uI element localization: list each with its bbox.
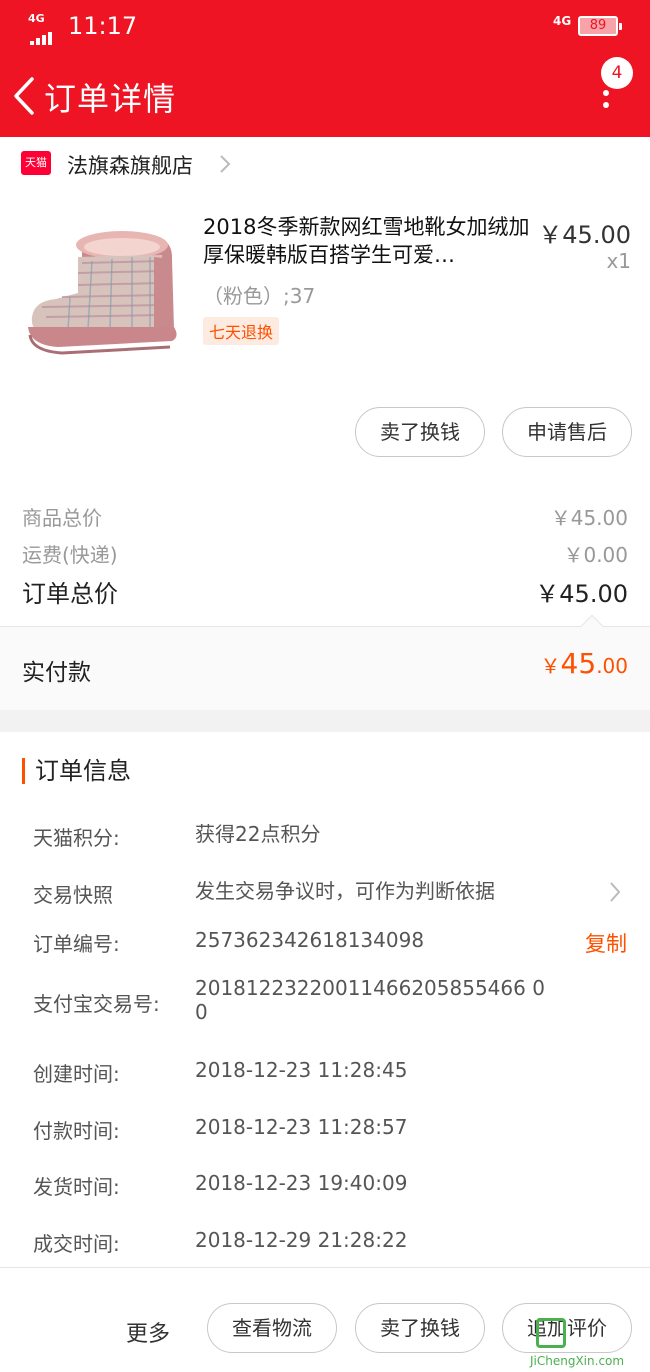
shop-name[interactable]: 法旗森旗舰店 bbox=[67, 150, 193, 180]
app-header: 4G 11:17 4G 89 订单详情 4 bbox=[0, 0, 650, 137]
back-arrow-icon[interactable] bbox=[12, 76, 36, 116]
status-bar: 4G 11:17 4G 89 bbox=[0, 10, 650, 45]
info-value: 2018-12-23 19:40:09 bbox=[195, 1171, 408, 1195]
info-value: 2018-12-23 11:28:57 bbox=[195, 1115, 408, 1139]
goods-total-label: 商品总价 bbox=[22, 506, 102, 530]
sell-for-cash-button[interactable]: 卖了换钱 bbox=[355, 407, 485, 457]
order-info-heading: 订单信息 bbox=[22, 758, 131, 784]
paid-amount-row: 实付款 ￥45.00 bbox=[0, 614, 650, 710]
paid-decimal: .00 bbox=[596, 654, 628, 678]
info-value: 257362342618134098 bbox=[195, 928, 425, 952]
order-total-value: ￥45.00 bbox=[535, 580, 628, 608]
more-menu-icon[interactable] bbox=[603, 90, 611, 110]
notification-badge[interactable]: 4 bbox=[601, 57, 633, 89]
signal-strength-icon bbox=[30, 26, 54, 45]
tmall-icon: 天猫 bbox=[21, 151, 51, 175]
info-label: 天猫积分: bbox=[33, 826, 120, 850]
paid-currency: ￥ bbox=[540, 654, 561, 678]
info-label: 付款时间: bbox=[33, 1119, 120, 1143]
chevron-right-icon bbox=[610, 882, 621, 902]
info-label: 创建时间: bbox=[33, 1062, 120, 1086]
more-actions-button[interactable]: 更多 bbox=[126, 1316, 170, 1348]
info-value: 20181223220011466205855466 00 bbox=[195, 976, 545, 1024]
watermark-logo-icon bbox=[536, 1318, 566, 1348]
info-value: 获得22点积分 bbox=[195, 822, 321, 846]
order-total-label: 订单总价 bbox=[22, 580, 118, 608]
page-title: 订单详情 bbox=[44, 80, 177, 118]
info-label: 成交时间: bbox=[33, 1232, 120, 1256]
product-card: 天猫 法旗森旗舰店 2018冬季新款网红雪地靴女加绒加厚保暖韩版百搭学生可爱… … bbox=[0, 137, 650, 482]
watermark-text: JiChengXin.com bbox=[530, 1354, 625, 1368]
copy-order-number-button[interactable]: 复制 bbox=[585, 928, 627, 958]
price-summary: 商品总价 ￥45.00 运费(快递) ￥0.00 订单总价 ￥45.00 bbox=[0, 482, 650, 626]
product-sku: （粉色）;37 bbox=[203, 284, 316, 308]
info-label: 发货时间: bbox=[33, 1175, 120, 1199]
sell-for-cash-bottom-button[interactable]: 卖了换钱 bbox=[355, 1303, 485, 1353]
request-after-sales-button[interactable]: 申请售后 bbox=[502, 407, 632, 457]
product-title[interactable]: 2018冬季新款网红雪地靴女加绒加厚保暖韩版百搭学生可爱… bbox=[203, 213, 533, 269]
chevron-right-icon bbox=[220, 155, 231, 173]
battery-indicator: 89 bbox=[578, 16, 622, 36]
shop-row[interactable]: 天猫 法旗森旗舰店 bbox=[0, 137, 650, 191]
info-label: 订单编号: bbox=[33, 932, 120, 956]
info-label: 交易快照 bbox=[33, 883, 113, 907]
product-quantity: x1 bbox=[606, 249, 631, 273]
shipping-label: 运费(快递) bbox=[22, 543, 118, 567]
status-time: 11:17 bbox=[68, 12, 138, 40]
shipping-value: ￥0.00 bbox=[563, 543, 628, 567]
product-price: ￥45.00 bbox=[538, 221, 631, 249]
paid-label: 实付款 bbox=[22, 660, 91, 686]
info-value: 发生交易争议时，可作为判断依据 bbox=[195, 879, 495, 903]
order-info-section: 订单信息 天猫积分: 获得22点积分 交易快照 发生交易争议时，可作为判断依据 … bbox=[0, 732, 650, 1267]
info-label: 支付宝交易号: bbox=[33, 992, 160, 1016]
info-value: 2018-12-23 11:28:45 bbox=[195, 1058, 408, 1082]
goods-total-value: ￥45.00 bbox=[550, 506, 628, 530]
watermark: JiChengXin.com bbox=[530, 1318, 650, 1372]
paid-integer: 45 bbox=[560, 647, 597, 680]
seven-day-return-tag: 七天退换 bbox=[203, 317, 280, 345]
info-value: 2018-12-29 21:28:22 bbox=[195, 1228, 408, 1252]
paid-value: ￥45.00 bbox=[541, 647, 628, 680]
product-image[interactable] bbox=[22, 217, 182, 377]
network-indicator-left: 4G bbox=[28, 12, 45, 25]
view-logistics-button[interactable]: 查看物流 bbox=[207, 1303, 337, 1353]
network-indicator-right: 4G bbox=[553, 14, 572, 28]
